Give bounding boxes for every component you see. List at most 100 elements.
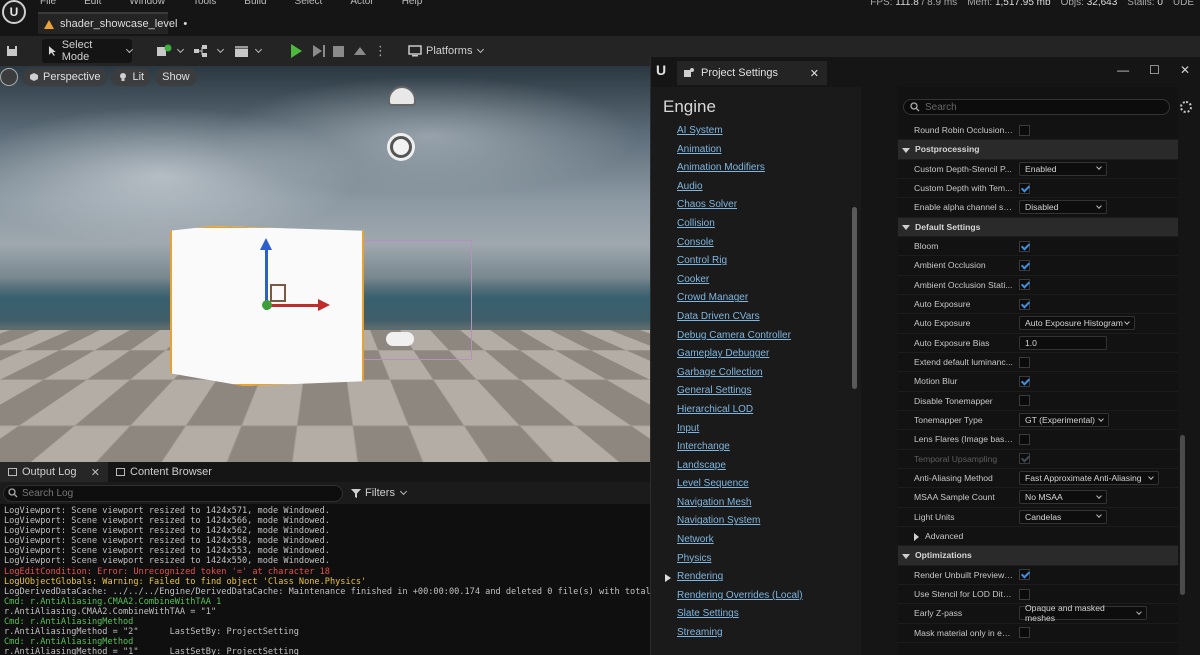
show-button[interactable]: Show [155,68,197,86]
dropdown[interactable]: Auto Exposure Histogram [1019,316,1135,331]
directional-light-icon[interactable] [390,136,412,158]
section-default-settings[interactable]: Default Settings [898,217,1178,237]
category-crowd-manager[interactable]: Crowd Manager [677,289,803,308]
category-rendering[interactable]: Rendering [665,568,803,587]
section-postprocessing[interactable]: Postprocessing [898,140,1178,160]
menu-item-actor[interactable]: Actor [350,0,373,7]
checkbox[interactable] [1019,627,1030,639]
select-mode-button[interactable]: Select Mode [42,39,134,63]
dropdown[interactable]: Disabled [1019,200,1107,215]
close-tab-icon[interactable]: ✕ [810,67,819,80]
category-rendering-overrides-local[interactable]: Rendering Overrides (Local) [677,587,803,606]
category-level-sequence[interactable]: Level Sequence [677,475,803,494]
close-icon[interactable]: ✕ [91,466,100,479]
category-slate-settings[interactable]: Slate Settings [677,605,803,624]
checkbox[interactable] [1019,433,1030,445]
checkbox[interactable] [1019,298,1030,310]
checkbox[interactable] [1019,588,1030,600]
category-debug-camera-controller[interactable]: Debug Camera Controller [677,327,803,346]
settings-search-input[interactable]: Search [903,99,1170,115]
exponential-fog-icon[interactable] [386,332,414,346]
play-options-button[interactable]: ⋮ [374,39,387,63]
viewport-menu-icon[interactable] [0,68,18,86]
category-hierarchical-lod[interactable]: Hierarchical LOD [677,401,803,420]
details-scrollbar[interactable] [1180,435,1185,595]
dropdown[interactable]: Enabled [1019,161,1107,176]
platforms-button[interactable]: Platforms [408,39,485,63]
menu-item-tools[interactable]: Tools [193,0,216,7]
gizmo-z-arrow[interactable] [260,238,272,250]
checkbox[interactable] [1019,279,1030,291]
gizmo-plane-handle[interactable] [270,284,286,302]
gizmo-y-axis[interactable] [262,300,272,310]
checkbox[interactable] [1019,375,1030,387]
menu-item-edit[interactable]: Edit [84,0,101,7]
lit-button[interactable]: Lit [111,68,152,86]
blueprint-button[interactable] [194,39,225,63]
category-navigation-system[interactable]: Navigation System [677,512,803,531]
dropdown[interactable]: No MSAA [1019,490,1107,505]
category-console[interactable]: Console [677,234,803,253]
section-optimizations[interactable]: Optimizations [898,546,1178,566]
category-animation-modifiers[interactable]: Animation Modifiers [677,159,803,178]
dropdown[interactable]: GT (Experimental) [1019,413,1109,428]
project-settings-tab[interactable]: Project Settings ✕ [677,61,827,85]
number-input[interactable]: 1.0 [1019,335,1107,350]
level-viewport[interactable]: Perspective Lit Show [0,66,650,462]
checkbox[interactable] [1019,356,1030,368]
checkbox[interactable] [1019,569,1030,581]
category-gameplay-debugger[interactable]: Gameplay Debugger [677,345,803,364]
category-audio[interactable]: Audio [677,178,803,197]
cinematics-button[interactable] [234,39,263,63]
sky-light-icon[interactable] [388,86,416,106]
close-window-icon[interactable]: ✕ [1180,63,1190,77]
category-animation[interactable]: Animation [677,141,803,160]
tab-content-browser[interactable]: Content Browser [108,462,220,482]
checkbox[interactable] [1019,124,1030,136]
gizmo-x-axis[interactable] [266,304,320,307]
dropdown[interactable]: Opaque and masked meshes [1019,603,1147,623]
category-physics[interactable]: Physics [677,550,803,569]
dropdown[interactable]: Candelas [1019,509,1107,524]
category-ai-system[interactable]: AI System [677,122,803,141]
setting-row-advanced[interactable]: Advanced [898,527,1178,547]
maximize-icon[interactable]: ☐ [1149,63,1160,77]
category-input[interactable]: Input [677,420,803,439]
menu-item-help[interactable]: Help [402,0,423,7]
category-cooker[interactable]: Cooker [677,271,803,290]
category-collision[interactable]: Collision [677,215,803,234]
category-scrollbar[interactable] [852,207,857,389]
category-interchange[interactable]: Interchange [677,438,803,457]
category-chaos-solver[interactable]: Chaos Solver [677,196,803,215]
category-landscape[interactable]: Landscape [677,457,803,476]
stop-button[interactable] [333,39,344,63]
gear-icon[interactable] [1180,101,1192,113]
level-tab[interactable]: shader_showcase_level • [38,12,187,34]
category-data-driven-cvars[interactable]: Data Driven CVars [677,308,803,327]
menu-item-select[interactable]: Select [295,0,323,7]
tab-output-log[interactable]: Output Log ✕ [0,462,108,482]
checkbox[interactable] [1019,395,1030,407]
checkbox[interactable] [1019,259,1030,271]
filters-button[interactable]: Filters [351,487,407,499]
checkbox[interactable] [1019,182,1030,194]
menu-item-file[interactable]: File [40,0,56,7]
category-network[interactable]: Network [677,531,803,550]
menu-item-build[interactable]: Build [244,0,266,7]
category-navigation-mesh[interactable]: Navigation Mesh [677,494,803,513]
category-garbage-collection[interactable]: Garbage Collection [677,364,803,383]
play-button[interactable] [291,39,302,63]
minimize-icon[interactable]: — [1117,63,1129,77]
perspective-button[interactable]: Perspective [22,68,108,86]
eject-button[interactable] [354,39,366,63]
step-button[interactable] [313,39,325,63]
gizmo-x-arrow[interactable] [318,299,330,311]
checkbox[interactable] [1019,240,1030,252]
unreal-logo-icon[interactable]: U [2,0,26,24]
save-icon[interactable] [6,39,18,63]
add-content-button[interactable] [156,39,185,63]
category-control-rig[interactable]: Control Rig [677,252,803,271]
dropdown[interactable]: Fast Approximate Anti-Aliasing [1019,471,1159,486]
category-streaming[interactable]: Streaming [677,624,803,643]
log-search-input[interactable]: Search Log [3,484,343,502]
